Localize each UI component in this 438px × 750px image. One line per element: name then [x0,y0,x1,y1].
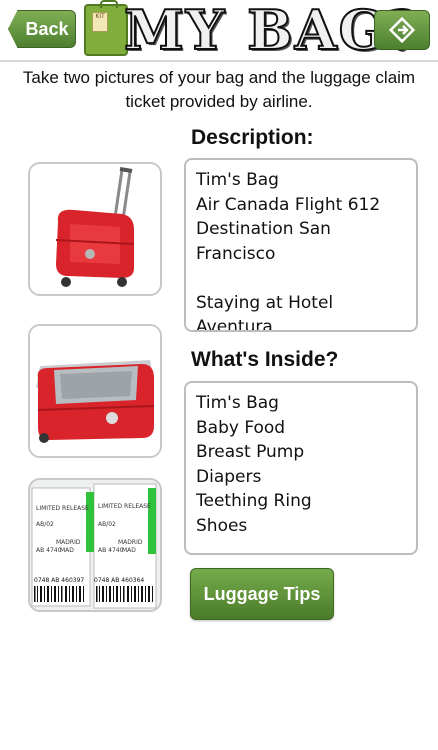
share-button[interactable] [374,10,430,50]
inside-line: Diapers [196,466,262,487]
description-line: Aventura [196,317,273,332]
description-line: Destination San [196,219,331,239]
luggage-tips-label: Luggage Tips [203,583,321,604]
ticket-text-ab02-1: AB/02 [36,521,54,528]
description-line: Staying at Hotel [196,292,334,313]
luggage-tips-button[interactable]: Luggage Tips [190,568,334,620]
app-logo-title: MY BAG? [123,0,421,62]
ticket-text-release-2: LIMITED RELEASE [98,503,151,510]
ticket-text-number-2: 0748 AB 460364 [94,577,144,584]
diamond-arrow-icon [388,16,416,44]
red-bag-image [30,164,160,294]
open-red-bag-image [30,326,160,456]
whats-inside-title: What's Inside? [191,348,339,371]
inside-line: Shoes [196,515,248,536]
inside-line: Breast Pump [196,442,305,462]
instructions-text: Take two pictures of your bag and the lu… [22,68,416,111]
ticket-text-ab4740-2: AB 4740 [98,547,124,554]
barcode-left [34,586,84,602]
bag-photo-open[interactable] [28,324,162,458]
ticket-text-madrid-1: MADRID [56,539,81,546]
ticket-text-ab02-2: AB/02 [98,521,116,528]
description-line: Tim's Bag [196,170,279,190]
back-button[interactable]: Back [8,10,76,48]
description-line [196,266,406,291]
description-text-area[interactable]: Tim's Bag Air Canada Flight 612 Destinat… [184,158,418,332]
bag-photo-closed[interactable] [28,162,162,296]
ticket-text-number-1: 0748 AB 460397 [34,577,84,584]
description-title: Description: [191,126,314,149]
ticket-text-release-1: LIMITED RELEASE [36,505,89,512]
ticket-text-ab4740-1: AB 4740 [36,547,62,554]
logo-tag: KIT [92,12,108,32]
back-button-label: Back [25,18,69,39]
inside-line: Baby Food [196,417,286,438]
inside-line: Tim's Bag [196,393,279,413]
claim-tickets-image: LIMITED RELEASE LIMITED RELEASE AB/02 AB… [30,480,160,610]
ticket-text-madrid-2: MADRID [118,539,143,546]
ticket-text-mad-2: MAD [122,547,136,554]
whats-inside-text-area[interactable]: Tim's Bag Baby Food Breast Pump Diapers … [184,381,418,555]
navigation-bar: Back KIT MY BAG? [0,0,438,62]
description-line: Air Canada Flight 612 [196,194,381,215]
inside-line: Teething Ring [196,491,312,511]
logo-suitcase-icon: KIT [84,0,128,56]
description-line: Francisco [196,243,276,264]
ticket-text-mad-1: MAD [60,547,74,554]
luggage-ticket-photo[interactable]: LIMITED RELEASE LIMITED RELEASE AB/02 AB… [28,478,162,612]
